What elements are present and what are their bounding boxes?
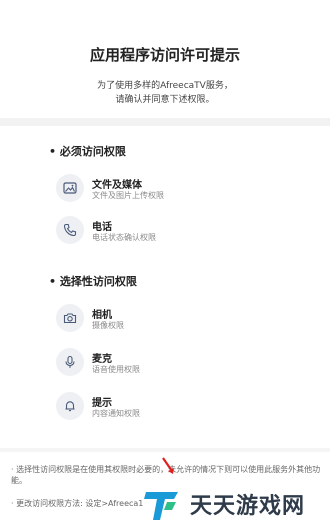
microphone-icon xyxy=(56,348,84,376)
dialog-title: 应用程序访问许可提示 xyxy=(89,46,240,64)
phone-icon xyxy=(56,216,84,244)
permission-desc: 语音使用权限 xyxy=(92,365,140,374)
bell-icon xyxy=(56,392,84,420)
permission-desc: 电话状态确认权限 xyxy=(92,233,156,242)
watermark-logo-icon xyxy=(144,492,178,520)
permission-desc: 摄像权限 xyxy=(92,321,124,330)
permission-item-notification: 提示 内容通知权限 xyxy=(56,392,296,422)
permission-name: 文件及媒体 xyxy=(92,180,142,191)
permission-name: 相机 xyxy=(92,310,112,321)
permission-desc: 内容通知权限 xyxy=(92,409,140,418)
permission-name: 提示 xyxy=(92,398,112,409)
footer-divider xyxy=(0,448,330,452)
watermark-text: 天天游戏网 xyxy=(190,494,306,519)
permission-item-microphone: 麦克 语音使用权限 xyxy=(56,348,296,378)
permission-item-camera: 相机 摄像权限 xyxy=(56,304,296,334)
required-permissions-heading: • 必须访问权限 xyxy=(49,145,126,158)
permission-desc: 文件及图片上传权限 xyxy=(92,191,164,200)
camera-icon xyxy=(56,304,84,332)
section-divider xyxy=(0,118,330,126)
red-arrow-icon xyxy=(162,457,174,474)
optional-permissions-heading: • 选择性访问权限 xyxy=(49,275,137,288)
dialog-subtitle-line1: 为了使用多样的AfreecaTV服务， xyxy=(97,81,233,91)
dialog-subtitle-line2: 请确认并同意下述权限。 xyxy=(115,95,215,105)
permission-name: 电话 xyxy=(92,222,112,233)
permission-item-files: 文件及媒体 文件及图片上传权限 xyxy=(56,174,296,204)
image-icon xyxy=(56,174,84,202)
watermark: 天天游戏网 xyxy=(142,484,330,524)
permission-item-phone: 电话 电话状态确认权限 xyxy=(56,216,296,246)
permission-name: 麦克 xyxy=(92,354,112,365)
permission-dialog: 应用程序访问许可提示 为了使用多样的AfreecaTV服务， 请确认并同意下述权… xyxy=(0,0,330,531)
